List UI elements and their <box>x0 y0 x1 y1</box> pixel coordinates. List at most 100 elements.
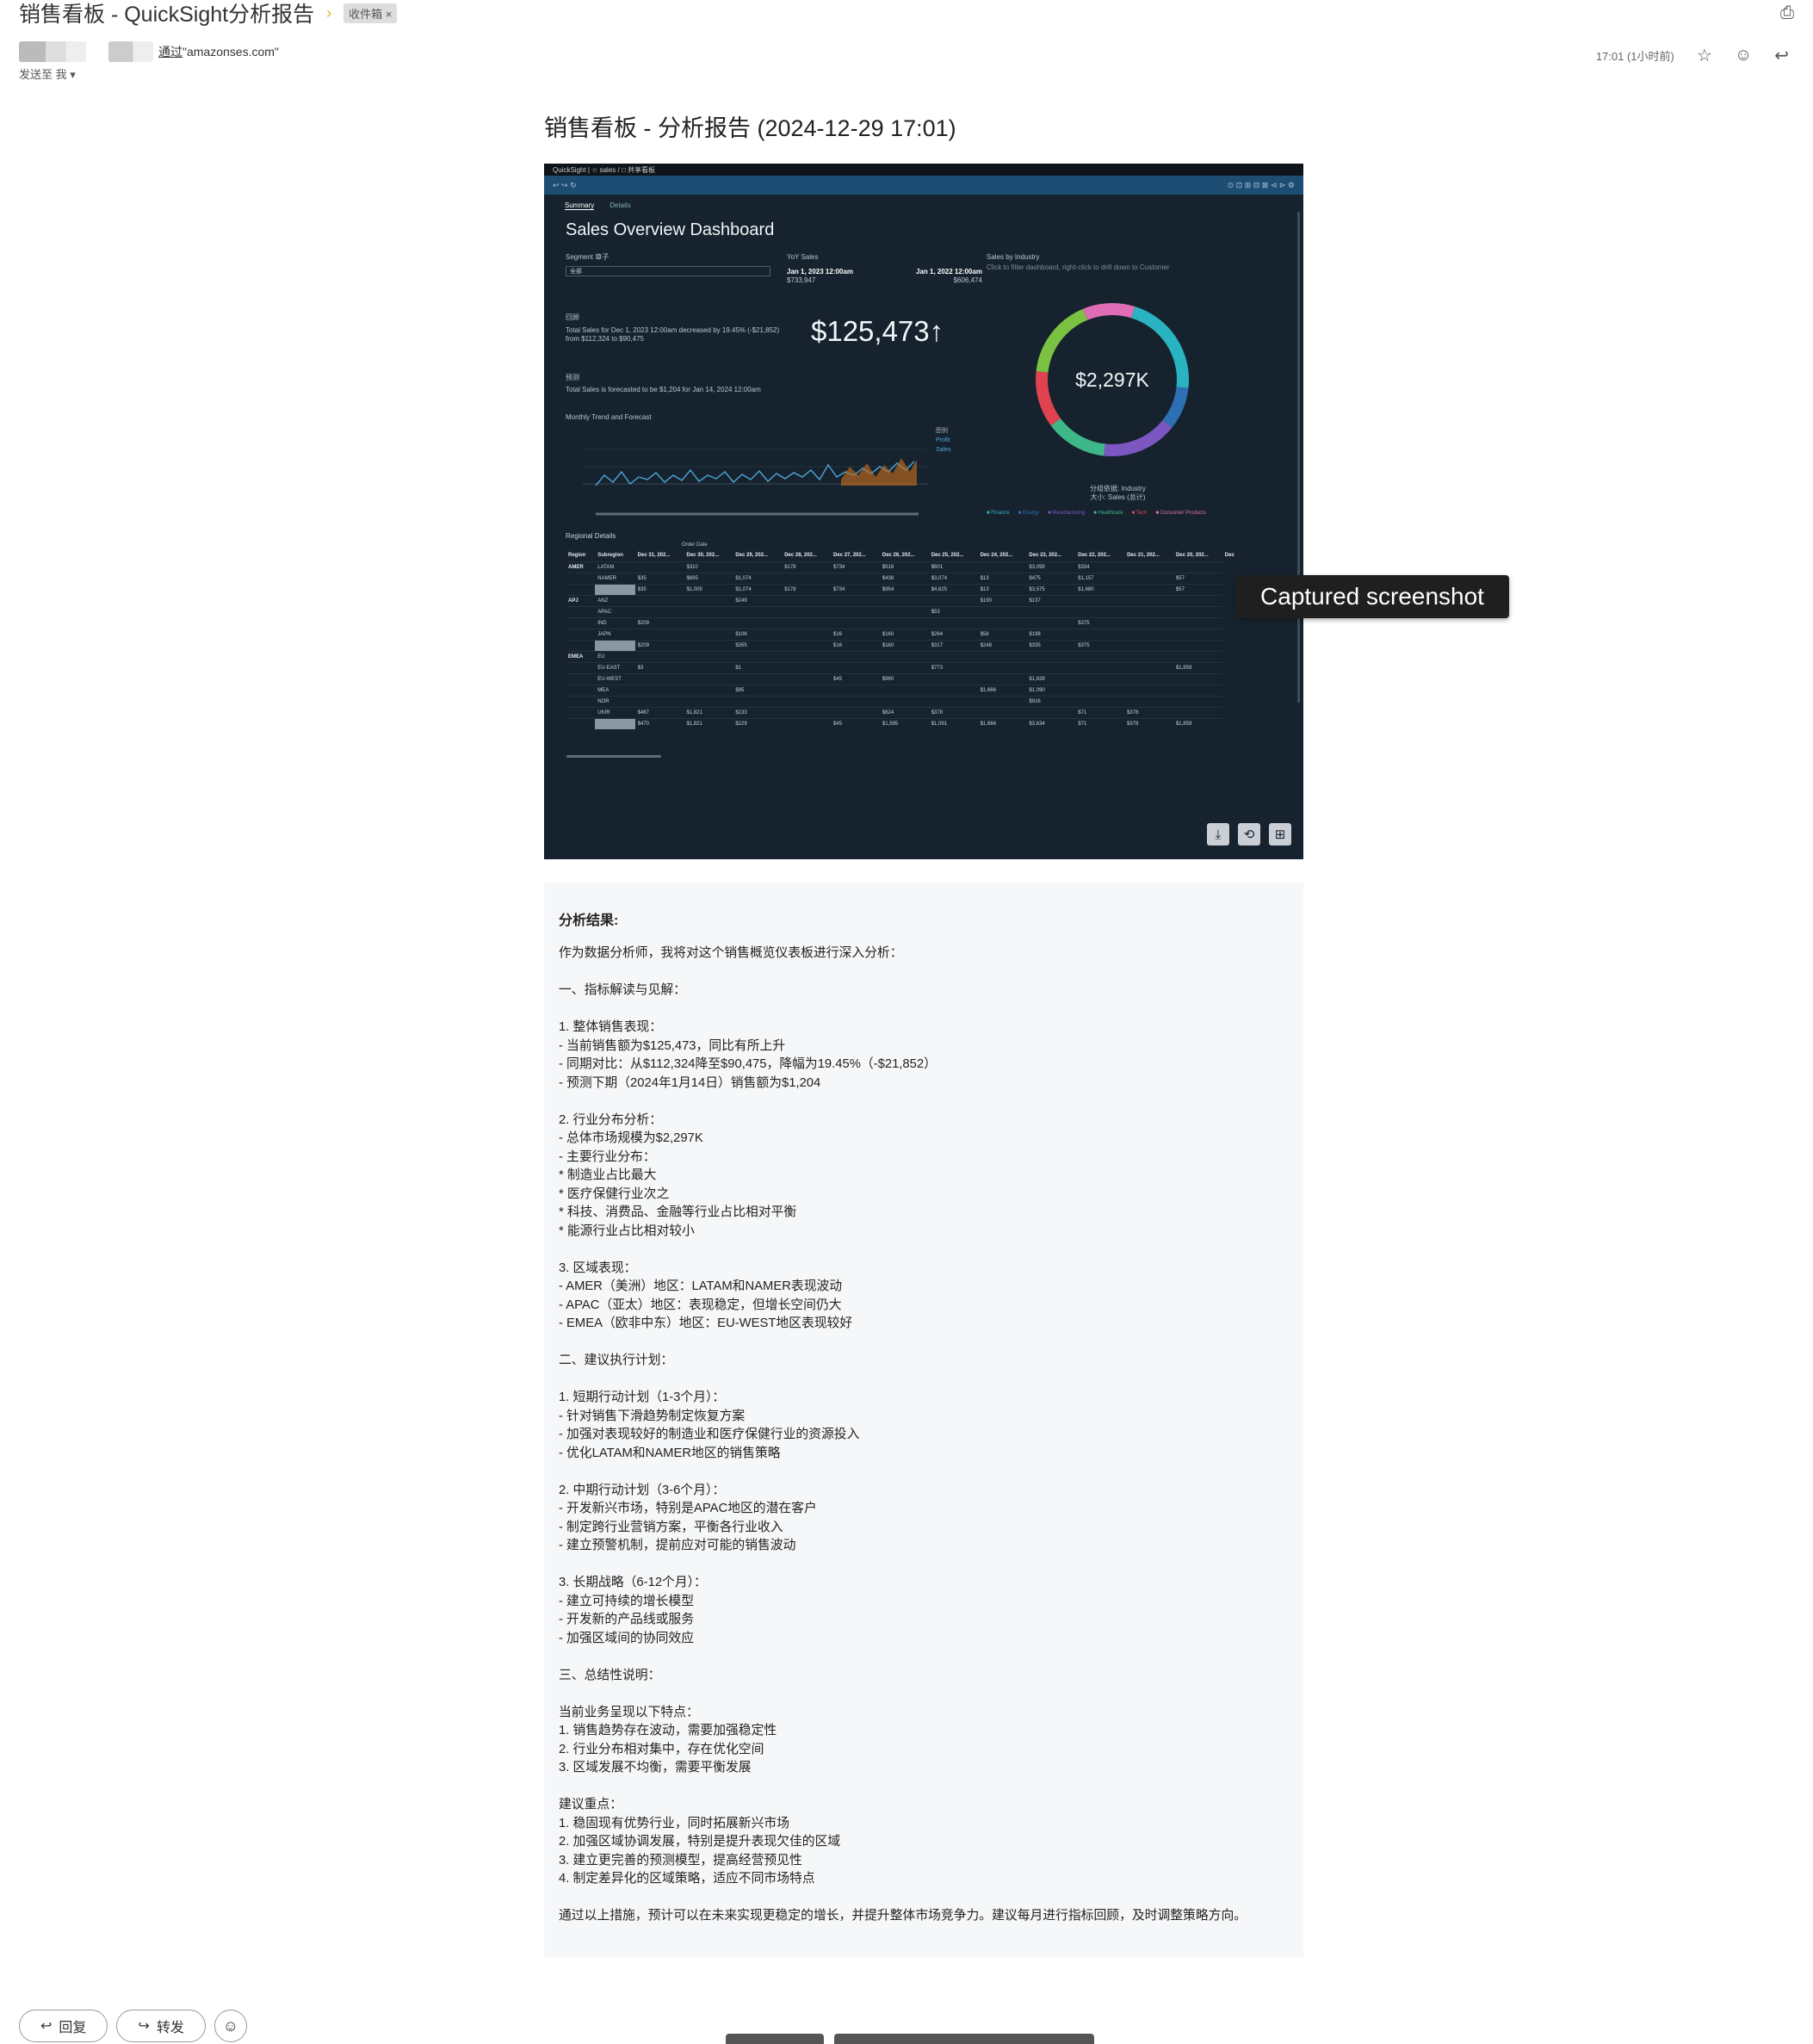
table-cell <box>977 650 1027 662</box>
table-cell <box>1124 594 1173 606</box>
add-icon[interactable]: ⊞ <box>1269 823 1291 845</box>
table-cell <box>1075 594 1125 606</box>
table-cell <box>1026 661 1076 673</box>
table-cell: $16 <box>831 628 880 640</box>
table-header-cell[interactable]: Dec 21, 202... <box>1124 549 1173 561</box>
table-cell: $467 <box>634 706 684 718</box>
table-header-cell[interactable]: Dec 23, 202... <box>1026 549 1075 561</box>
analysis-line: 2. 中期行动计划（3-6个月）： <box>559 1483 726 1497</box>
table-row: UKIR $467 $1,821 $133 $624 $378 $71 $378 <box>566 706 1241 718</box>
table-cell: $160 <box>879 639 929 651</box>
emoji-reaction-button[interactable]: ☺ <box>213 2010 247 2042</box>
table-scrollbar[interactable] <box>566 755 661 758</box>
table-cell <box>879 684 929 696</box>
table-cell <box>1173 628 1222 640</box>
table-cell <box>831 706 880 718</box>
table-header-cell[interactable]: Dec 29, 202... <box>733 549 782 561</box>
industry-donut[interactable]: $2,297K <box>1023 290 1202 469</box>
table-cell <box>566 639 596 651</box>
table-cell <box>566 628 596 640</box>
emoji-icon[interactable]: ☺ <box>1735 46 1752 65</box>
table-cell: $35 <box>634 583 684 595</box>
table-cell: NOR <box>595 695 635 707</box>
table-row: MEA $95 $1,666 $1,090 <box>566 684 1241 696</box>
dashboard-top-bar: QuickSight | ☆ sales / □ 共享看板 <box>544 164 1303 176</box>
analysis-line: 4. 制定差异化的区域策略，适应不同市场特点 <box>559 1872 815 1886</box>
table-header-cell[interactable]: Dec 25, 202... <box>929 549 978 561</box>
table-row: EMEA EU <box>566 650 1241 662</box>
table-cell <box>782 717 832 729</box>
analysis-line <box>559 1093 1289 1112</box>
table-header-cell[interactable]: Dec <box>1222 549 1241 561</box>
table-header-cell[interactable]: Region <box>566 549 595 561</box>
table-cell <box>684 594 733 606</box>
table-cell: $335 <box>1026 639 1076 651</box>
analysis-line: 分析结果: <box>559 914 619 928</box>
table-cell: $190 <box>977 594 1027 606</box>
legend-consumer-products: Consumer Products <box>1155 511 1206 516</box>
table-header-cell[interactable]: Dec 22, 202... <box>1075 549 1124 561</box>
industry-legend: Finance Energy Manufacturing Healthcare … <box>987 511 1206 516</box>
share-icon[interactable]: ⟲ <box>1238 823 1260 845</box>
table-cell <box>831 684 880 696</box>
analysis-line <box>559 1241 1289 1260</box>
table-cell <box>1075 661 1125 673</box>
table-cell: $470 <box>634 717 684 729</box>
table-cell <box>879 605 929 617</box>
tab-summary[interactable]: Summary <box>565 201 595 210</box>
forecast-description: Total Sales is forecasted to be $1,204 f… <box>566 386 761 393</box>
table-cell: $57 <box>1173 583 1222 595</box>
analysis-line: 1. 销售趋势存在波动，需要加强稳定性 <box>559 1724 777 1737</box>
print-icon[interactable]: ⎙ <box>1780 3 1794 23</box>
table-cell <box>782 605 832 617</box>
table-cell <box>831 605 880 617</box>
table-cell: $3,099 <box>1026 561 1076 573</box>
table-cell: $4,625 <box>928 583 978 595</box>
recipient-dropdown[interactable]: 发送至 我 ▾ <box>19 65 76 82</box>
analysis-line: 作为数据分析师，我将对这个销售概览仪表板进行深入分析： <box>559 946 903 960</box>
table-header-cell[interactable]: Dec 26, 202... <box>880 549 929 561</box>
table-header-cell[interactable]: Dec 27, 202... <box>831 549 880 561</box>
table-header-cell[interactable]: Dec 31, 202... <box>635 549 684 561</box>
table-cell: $624 <box>879 706 929 718</box>
table-row: 总计 $470 $1,821 $229 $45 $1,595 $1,091 $1,666 $3,… <box>566 717 1241 729</box>
table-row: APJ ANZ $249 $190 $137 <box>566 594 1241 606</box>
analysis-line: 1. 短期行动计划（1-3个月）： <box>559 1391 726 1404</box>
table-cell: UKIR <box>595 706 635 718</box>
kpi-description: Total Sales for Dec 1, 2023 12:00am decr… <box>566 326 780 343</box>
table-cell <box>634 650 684 662</box>
forward-button[interactable]: ↪ 转发 <box>116 2010 206 2042</box>
kpi-section-label: 回顾 <box>566 313 579 321</box>
table-header-cell[interactable]: Subregion <box>595 549 634 561</box>
monthly-trend-chart <box>583 449 927 516</box>
via-domain: 通过"amazonses.com" <box>158 45 279 59</box>
legend-energy: Energy <box>1018 511 1039 516</box>
table-cell <box>782 639 832 651</box>
table-cell <box>684 695 733 707</box>
table-cell: $1 <box>733 661 783 673</box>
important-icon[interactable]: › <box>326 4 331 22</box>
table-cell <box>1173 594 1222 606</box>
star-icon[interactable]: ☆ <box>1697 45 1712 66</box>
table-header-cell[interactable]: Dec 24, 202... <box>978 549 1027 561</box>
dashboard-scrollbar[interactable] <box>1297 212 1300 703</box>
segment-select[interactable]: 全部 <box>566 266 770 276</box>
reply-icon[interactable]: ↩ <box>1774 45 1789 66</box>
table-cell <box>566 717 596 729</box>
download-icon[interactable]: ⤓ <box>1207 823 1229 845</box>
table-cell <box>566 583 596 595</box>
table-cell <box>566 605 596 617</box>
subject-row: 销售看板 - QuickSight分析报告 › 收件箱 × <box>19 0 398 27</box>
tab-details[interactable]: Details <box>609 201 630 210</box>
inbox-label-chip[interactable]: 收件箱 × <box>343 3 398 23</box>
reply-label: 回复 <box>59 2021 87 2035</box>
table-cell <box>1173 605 1222 617</box>
table-cell: $734 <box>831 583 880 595</box>
table-cell <box>977 661 1027 673</box>
table-cell <box>1124 616 1173 629</box>
table-header-cell[interactable]: Dec 28, 202... <box>782 549 831 561</box>
table-cell: JAPN <box>595 628 635 640</box>
table-header-cell[interactable]: Dec 30, 202... <box>684 549 733 561</box>
reply-button[interactable]: ↩ 回复 <box>19 2010 108 2042</box>
table-header-cell[interactable]: Dec 20, 202... <box>1173 549 1222 561</box>
